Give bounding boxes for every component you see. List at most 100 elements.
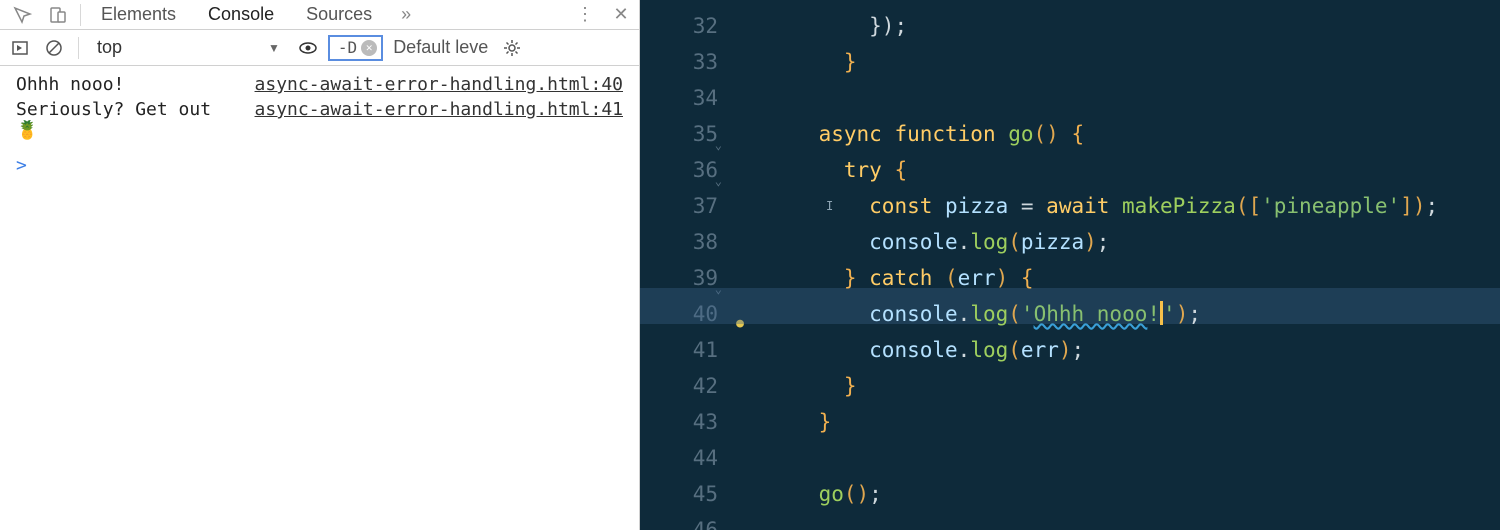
device-toggle-icon[interactable] — [40, 0, 76, 30]
code-token — [768, 266, 844, 290]
code-line[interactable]: console.log('Ohhh nooo!'); — [768, 296, 1500, 332]
code-token — [768, 302, 869, 326]
close-icon[interactable]: ✕ — [603, 0, 639, 30]
code-token: ( — [1008, 338, 1021, 362]
log-levels-selector[interactable]: Default leve — [389, 37, 492, 58]
code-token: function — [894, 122, 1008, 146]
code-token: ; — [1097, 230, 1110, 254]
tab-elements[interactable]: Elements — [85, 0, 192, 29]
code-token: makePizza — [1122, 194, 1236, 218]
code-area[interactable]: }); } async function go() { try { const … — [740, 0, 1500, 530]
toggle-drawer-icon[interactable] — [6, 34, 34, 62]
tab-console[interactable]: Console — [192, 0, 290, 29]
eye-icon[interactable] — [294, 34, 322, 62]
code-line[interactable]: } — [768, 368, 1500, 404]
code-token — [768, 230, 869, 254]
code-line[interactable]: } — [768, 44, 1500, 80]
code-token: ; — [1188, 302, 1201, 326]
caret-down-icon: ▼ — [268, 41, 280, 55]
separator — [78, 37, 79, 59]
code-token — [768, 410, 819, 434]
code-line[interactable]: console.log(pizza); — [768, 224, 1500, 260]
line-number: 34 — [640, 80, 718, 116]
filter-text: -D — [338, 38, 357, 57]
log-entry: Ohhh nooo! async-await-error-handling.ht… — [16, 72, 623, 97]
console-prompt[interactable]: > — [16, 143, 623, 176]
code-token: go — [1008, 122, 1033, 146]
code-token: } — [844, 266, 869, 290]
code-token: ; — [894, 14, 907, 38]
inline-marker: I — [826, 188, 833, 224]
code-token: = — [1021, 194, 1046, 218]
filter-input[interactable]: -D ✕ — [328, 35, 383, 61]
gutter-strip — [730, 0, 740, 530]
log-message: Seriously? Get out 🍍 — [16, 99, 216, 141]
clear-filter-icon[interactable]: ✕ — [361, 40, 377, 56]
inspect-icon[interactable] — [4, 0, 40, 30]
code-token: () — [1034, 122, 1072, 146]
code-token — [768, 50, 844, 74]
kebab-menu-icon[interactable]: ⋮ — [567, 0, 603, 30]
more-tabs-icon[interactable]: » — [388, 0, 424, 30]
devtools-tabs: Elements Console Sources » ⋮ ✕ — [0, 0, 639, 30]
code-token — [768, 374, 844, 398]
code-token: async — [819, 122, 895, 146]
code-line[interactable]: console.log(err); — [768, 332, 1500, 368]
code-line[interactable] — [768, 440, 1500, 476]
line-number: 33 — [640, 44, 718, 80]
code-token: console — [869, 338, 958, 362]
code-line[interactable] — [768, 80, 1500, 116]
code-token: log — [970, 230, 1008, 254]
code-line[interactable]: go(); — [768, 476, 1500, 512]
code-line[interactable]: }); — [768, 8, 1500, 44]
code-token: err — [1021, 338, 1059, 362]
code-token: ( — [945, 266, 958, 290]
context-selector[interactable]: top ▼ — [89, 37, 288, 58]
code-token: log — [970, 302, 1008, 326]
code-token: ' — [1163, 302, 1176, 326]
console-toolbar: top ▼ -D ✕ Default leve — [0, 30, 639, 66]
line-number: 35⌄ — [640, 116, 718, 152]
code-token: pizza — [1021, 230, 1084, 254]
code-token: pizza — [945, 194, 1021, 218]
code-token: console — [869, 230, 958, 254]
code-token: go — [819, 482, 844, 506]
code-token: . — [958, 338, 971, 362]
code-line[interactable]: } catch (err) { — [768, 260, 1500, 296]
code-token: ( — [1008, 302, 1021, 326]
code-line[interactable]: async function go() { — [768, 116, 1500, 152]
code-line[interactable]: const pizza = await makePizza(['pineappl… — [768, 188, 1500, 224]
code-token: ) — [1176, 302, 1189, 326]
code-line[interactable]: } — [768, 404, 1500, 440]
line-number: 41 — [640, 332, 718, 368]
code-token: } — [844, 50, 857, 74]
line-number: 46 — [640, 512, 718, 530]
log-source-link[interactable]: async-await-error-handling.html:41 — [255, 99, 623, 120]
tab-sources[interactable]: Sources — [290, 0, 388, 29]
code-token: . — [958, 230, 971, 254]
code-token: ) — [996, 266, 1021, 290]
devtools-panel: Elements Console Sources » ⋮ ✕ top ▼ -D … — [0, 0, 640, 530]
code-token: } — [844, 374, 857, 398]
log-source-link[interactable]: async-await-error-handling.html:40 — [255, 74, 623, 95]
log-message: Ohhh nooo! — [16, 74, 124, 95]
line-number: 42 — [640, 368, 718, 404]
code-token — [768, 482, 819, 506]
console-output: Ohhh nooo! async-await-error-handling.ht… — [0, 66, 639, 530]
separator — [80, 4, 81, 26]
code-line[interactable] — [768, 512, 1500, 530]
code-token: const — [869, 194, 945, 218]
code-token: { — [1021, 266, 1034, 290]
code-token: } — [819, 410, 832, 434]
line-number: 44 — [640, 440, 718, 476]
line-number: 43 — [640, 404, 718, 440]
code-editor[interactable]: 32333435⌄36⌄373839⌄40●414243444546 }); }… — [640, 0, 1500, 530]
code-token — [768, 194, 869, 218]
gear-icon[interactable] — [498, 34, 526, 62]
code-token: err — [958, 266, 996, 290]
code-token: ; — [869, 482, 882, 506]
code-line[interactable]: try { — [768, 152, 1500, 188]
line-number: 36⌄ — [640, 152, 718, 188]
clear-console-icon[interactable] — [40, 34, 68, 62]
code-token: Ohhh nooo — [1034, 302, 1148, 326]
